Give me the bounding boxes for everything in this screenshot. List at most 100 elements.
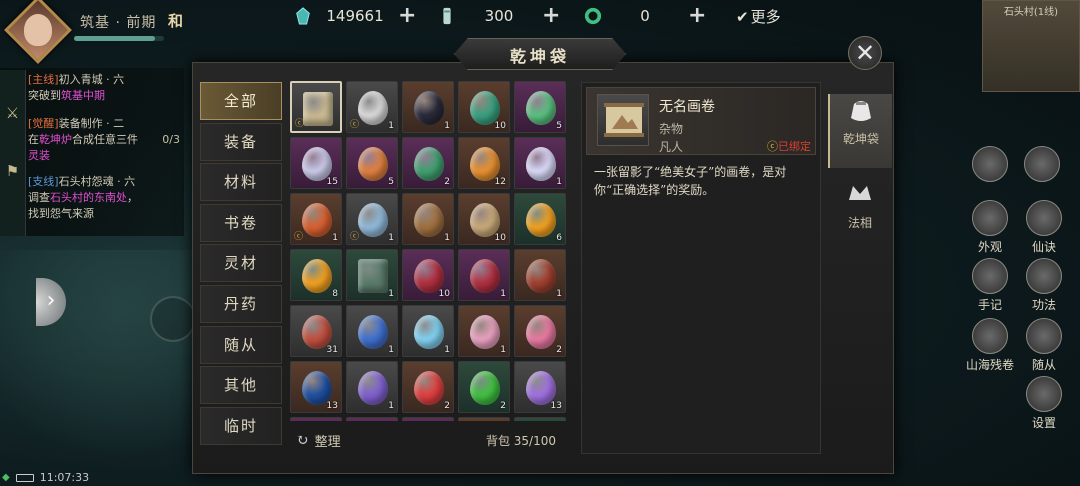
quest-tab[interactable]: ⚔ ⚑	[0, 70, 26, 236]
currency-ring-add-button[interactable]: +	[688, 5, 706, 27]
inventory-slot[interactable]: 31	[290, 305, 342, 357]
inventory-slot[interactable]: ⓒ 1	[290, 193, 342, 245]
menu-label: 山海残卷	[965, 358, 1014, 372]
menu-settings[interactable]: 设置	[1020, 376, 1068, 431]
item-count: 6	[556, 233, 562, 243]
inventory-slot[interactable]: 1	[346, 305, 398, 357]
category-tab[interactable]: 丹药	[200, 284, 282, 323]
menu-swirl[interactable]	[1018, 146, 1066, 184]
tab-dharma[interactable]: 法相	[828, 178, 892, 252]
category-tab[interactable]: 书卷	[200, 203, 282, 242]
item-count: 1	[500, 289, 506, 299]
quest-awaken[interactable]: [觉醒]装备制作 · 二 在乾坤炉合成任意三件 灵装 0/3	[28, 116, 184, 164]
bound-status: ⓒ已绑定	[767, 138, 811, 154]
menu-label: 功法	[1031, 298, 1056, 312]
currency-scroll-add-button[interactable]: +	[542, 5, 560, 27]
menu-follower[interactable]: 随从	[1020, 318, 1068, 373]
currency-ring-value: 0	[640, 7, 650, 25]
minimap[interactable]: 石头村(1线)	[982, 0, 1080, 92]
detail-item-type: 杂物	[659, 122, 684, 136]
status-bar: ◆ 11:07:33	[0, 471, 89, 484]
menu-mountain-sea[interactable]: 山海残卷	[958, 318, 1022, 373]
inventory-slot[interactable]: 5	[346, 137, 398, 189]
inventory-slot[interactable]: 10	[402, 249, 454, 301]
inventory-slot[interactable]: ⓒ 1	[346, 81, 398, 133]
category-tab[interactable]: 全部	[200, 82, 282, 120]
currency-jade: 149661 +	[294, 4, 416, 28]
quest-main[interactable]: [主线]初入青城 · 六 突破到筑基中期	[28, 72, 184, 104]
menu-pouch[interactable]	[966, 146, 1014, 184]
category-tab[interactable]: 其他	[200, 366, 282, 405]
inventory-slot[interactable]: 13	[514, 361, 566, 413]
inventory-slot[interactable]	[346, 417, 398, 421]
category-tab[interactable]: 装备	[200, 122, 282, 161]
quest-tag: [觉醒]	[28, 117, 59, 130]
inventory-slot[interactable]: 1	[402, 193, 454, 245]
inventory-slot[interactable]: 2	[402, 137, 454, 189]
tab-label: 乾坤袋	[842, 132, 879, 146]
inventory-slot[interactable]: 8	[290, 249, 342, 301]
inventory-slot[interactable]: 2	[514, 305, 566, 357]
item-count: 1	[388, 345, 394, 355]
category-tab[interactable]: 随从	[200, 325, 282, 364]
inventory-slot[interactable]: 1	[458, 305, 510, 357]
menu-notebook[interactable]: 手记	[966, 258, 1014, 313]
inventory-slot[interactable]: 1	[402, 81, 454, 133]
category-tab[interactable]: 临时	[200, 406, 282, 445]
inventory-slot[interactable]: 1	[458, 249, 510, 301]
violet-lily-icon	[526, 371, 556, 405]
lock-icon: ⓒ	[767, 140, 778, 153]
item-count: 1	[388, 289, 394, 299]
virtual-joystick[interactable]	[150, 296, 196, 342]
inventory-slot[interactable]: 1	[402, 305, 454, 357]
more-button[interactable]: ✔ 更多	[736, 6, 781, 27]
menu-label: 随从	[1031, 358, 1056, 372]
battery-icon	[15, 473, 34, 482]
quest-title: 石头村怨魂 · 六	[58, 175, 136, 188]
player-avatar[interactable]	[4, 0, 72, 66]
sort-button[interactable]: ↻ 整理	[290, 431, 341, 450]
quest-title: 装备制作 · 二	[58, 117, 125, 130]
category-tab[interactable]: 材料	[200, 163, 282, 202]
item-count: 31	[326, 345, 338, 355]
item-count: 8	[332, 289, 338, 299]
inventory-slot[interactable]: 10	[458, 193, 510, 245]
inventory-slot[interactable]: 15	[290, 137, 342, 189]
inventory-slot[interactable]: 13	[290, 361, 342, 413]
quest-text: ，	[127, 191, 138, 204]
white-stone-icon	[358, 91, 388, 125]
inventory-slot[interactable]: 1	[514, 137, 566, 189]
realm-badge[interactable]: 和	[168, 10, 183, 31]
skill-icon	[1026, 258, 1062, 294]
detail-header: 无名画卷 杂物 凡人 ⓒ已绑定	[586, 87, 816, 155]
inventory-slot[interactable]: 1	[346, 249, 398, 301]
inventory-slot[interactable]: 1	[514, 249, 566, 301]
inventory-slot[interactable]: 2	[458, 361, 510, 413]
quest-title: 初入青城 · 六	[58, 73, 125, 86]
tab-pouch[interactable]: 乾坤袋	[828, 94, 892, 168]
inventory-slot[interactable]: 10	[458, 81, 510, 133]
spirit-ring-icon	[358, 203, 388, 237]
item-count: 13	[550, 401, 562, 411]
inventory-slot[interactable]	[458, 417, 510, 421]
inventory-slot[interactable]	[402, 417, 454, 421]
inventory-slot[interactable]: 6	[514, 193, 566, 245]
inventory-slot[interactable]: 12	[458, 137, 510, 189]
inventory-slot[interactable]: 1	[346, 361, 398, 413]
inventory-slot[interactable]: ⓒ	[290, 81, 342, 133]
inventory-slot[interactable]: ⓒ 1	[346, 193, 398, 245]
currency-jade-add-button[interactable]: +	[398, 5, 416, 27]
inventory-slot[interactable]: 5	[514, 81, 566, 133]
close-button[interactable]: ✕	[848, 36, 882, 70]
scene-glow	[0, 250, 200, 486]
menu-skill[interactable]: 功法	[1020, 258, 1068, 313]
menu-appearance[interactable]: 外观	[966, 200, 1014, 255]
inventory-slot[interactable]: 2	[402, 361, 454, 413]
quest-side[interactable]: [支线]石头村怨魂 · 六 调查石头村的东南处， 找到怨气来源	[28, 174, 184, 222]
inventory-slot[interactable]	[514, 417, 566, 421]
quest-text: 找到怨气来源	[28, 207, 94, 220]
menu-immortal[interactable]: 仙诀	[1020, 200, 1068, 255]
category-tab[interactable]: 灵材	[200, 244, 282, 283]
inventory-slot[interactable]	[290, 417, 342, 421]
realm-progress-fill	[74, 36, 155, 41]
